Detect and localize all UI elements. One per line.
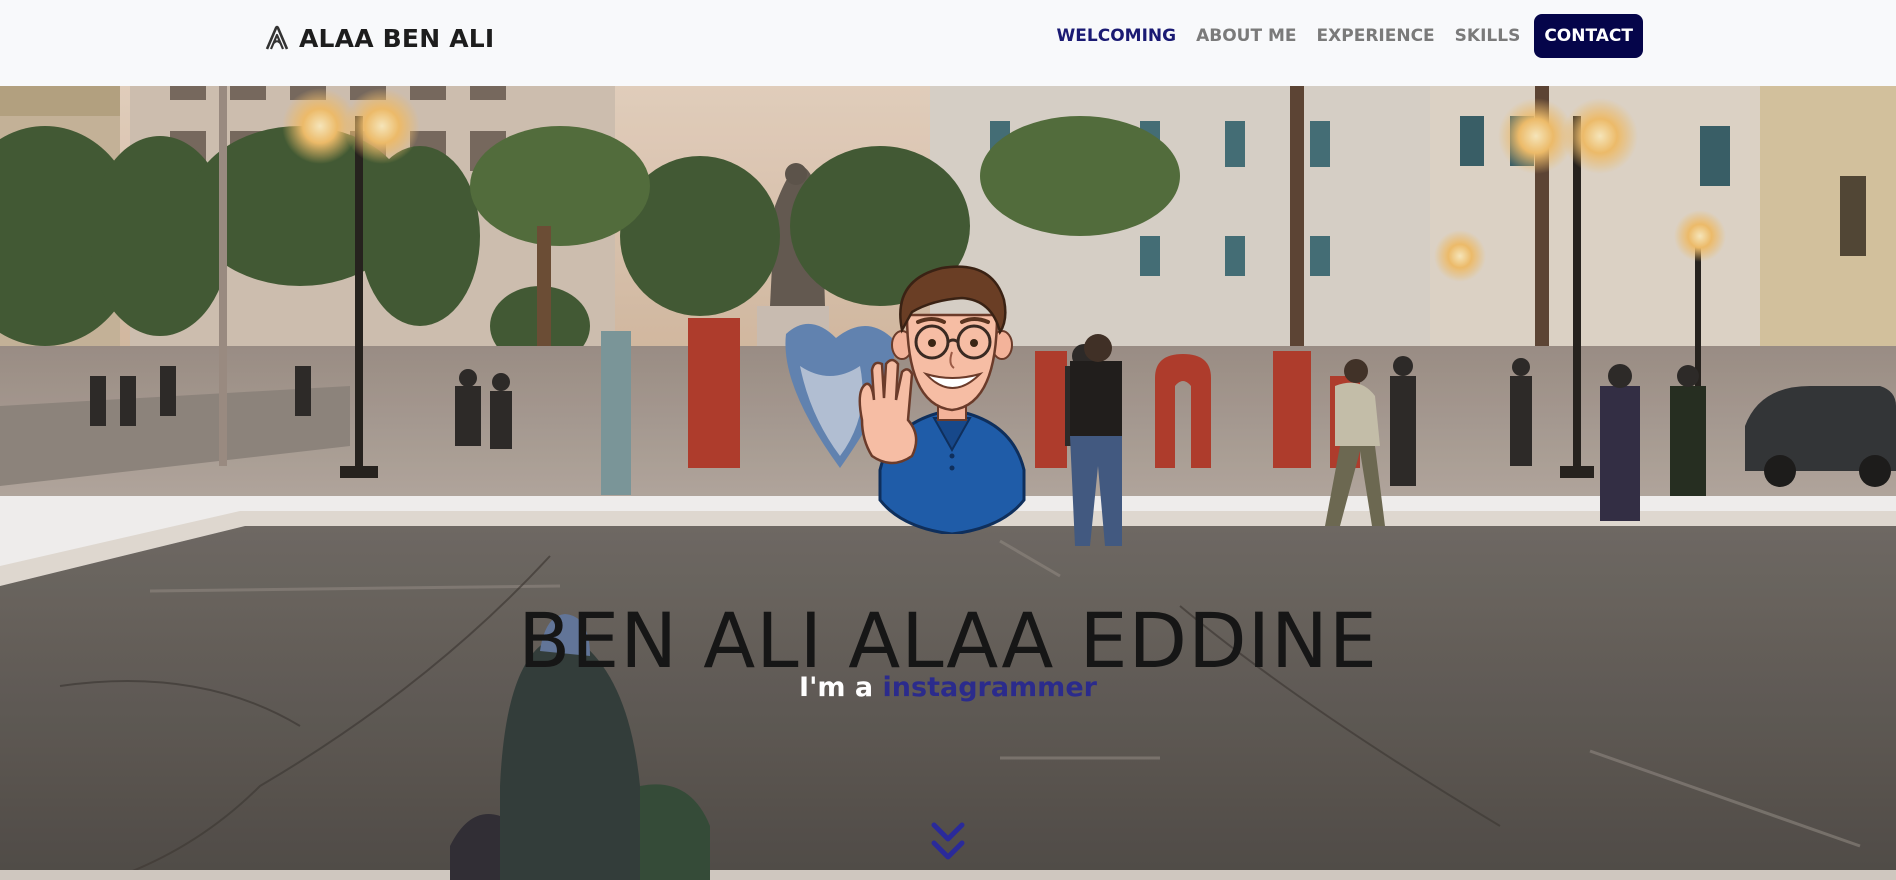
nav-link-experience[interactable]: EXPERIENCE: [1307, 14, 1445, 58]
brand-name: ALAA BEN ALI: [299, 23, 495, 53]
brand-link[interactable]: ALAA BEN ALI: [264, 22, 494, 54]
nav-menu: WELCOMING ABOUT ME EXPERIENCE SKILLS CON…: [1047, 14, 1643, 58]
nav-link-skills[interactable]: SKILLS: [1445, 14, 1531, 58]
contact-button[interactable]: CONTACT: [1534, 14, 1643, 58]
chevron-double-down-icon[interactable]: [931, 822, 965, 862]
brand-logo-icon: [265, 25, 289, 50]
nav-link-welcoming[interactable]: WELCOMING: [1047, 14, 1187, 58]
cartoon-avatar-waving: [858, 265, 1026, 534]
subtitle-prefix: I'm a: [799, 672, 883, 703]
navbar: ALAA BEN ALI WELCOMING ABOUT ME EXPERIEN…: [0, 0, 1896, 86]
nav-link-about-me[interactable]: ABOUT ME: [1186, 14, 1306, 58]
hero-section: BEN ALI ALAA EDDINE I'm a instagrammer: [0, 86, 1896, 880]
typed-role-text: instagrammer: [882, 672, 1097, 703]
hero-subtitle: I'm a instagrammer: [0, 672, 1896, 703]
